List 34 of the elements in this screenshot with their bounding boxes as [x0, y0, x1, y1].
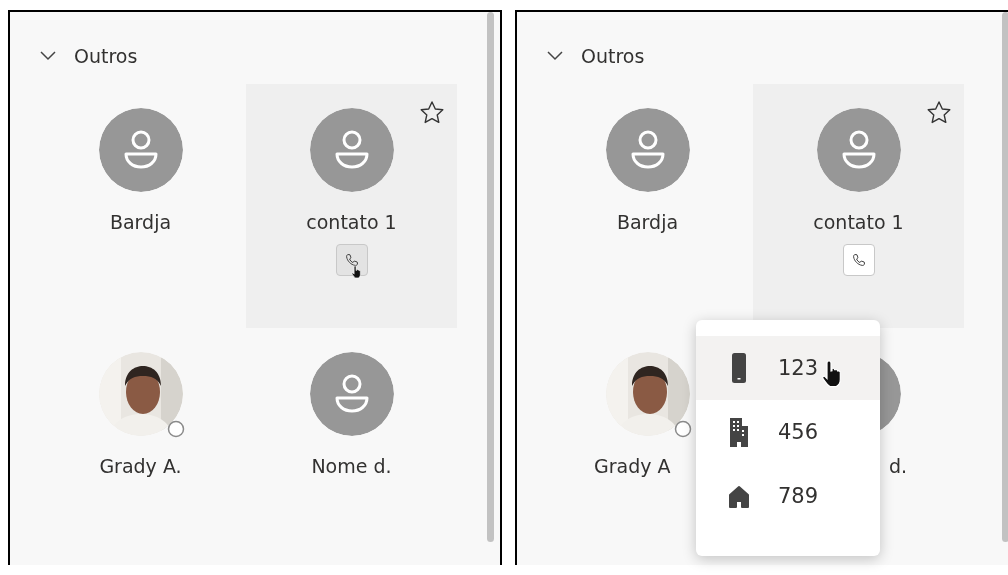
contact-card[interactable]: Bardja — [35, 84, 246, 328]
contact-card[interactable]: contato 1 — [246, 84, 457, 328]
contact-card[interactable]: contato 1 — [753, 84, 964, 328]
section-title: Outros — [581, 45, 645, 67]
call-button[interactable] — [335, 244, 368, 276]
contact-card[interactable]: Grady A. — [35, 328, 246, 572]
contact-name: Nome d. — [311, 454, 392, 478]
contact-name: contato 1 — [306, 210, 397, 234]
star-icon[interactable] — [419, 100, 445, 126]
scrollbar[interactable] — [1002, 12, 1008, 542]
status-icon — [673, 420, 692, 438]
avatar-icon — [309, 108, 394, 192]
status-icon — [166, 420, 185, 438]
contact-name: Grady A. — [99, 454, 182, 478]
phone-icon — [344, 253, 359, 267]
menu-item[interactable]: 123 — [696, 336, 880, 400]
phone-icon — [851, 253, 866, 267]
contact-card[interactable]: Nome d. — [246, 328, 457, 572]
contact-name: Bardja — [109, 210, 172, 234]
star-icon[interactable] — [926, 100, 952, 126]
avatar-icon — [816, 108, 901, 192]
section-title: Outros — [74, 45, 138, 67]
contact-name: d. — [888, 454, 908, 478]
avatar-icon — [309, 352, 394, 436]
contact-name: Grady A — [593, 454, 671, 478]
avatar-icon — [605, 108, 690, 192]
scrollbar[interactable] — [487, 12, 494, 542]
contact-name: contato 1 — [813, 210, 904, 234]
contact-card[interactable]: Bardja — [542, 84, 753, 328]
chevron-down-icon[interactable] — [40, 51, 56, 61]
avatar-icon — [98, 108, 183, 192]
contact-name: Bardja — [616, 210, 679, 234]
building-icon — [728, 416, 750, 448]
chevron-down-icon[interactable] — [547, 51, 563, 61]
